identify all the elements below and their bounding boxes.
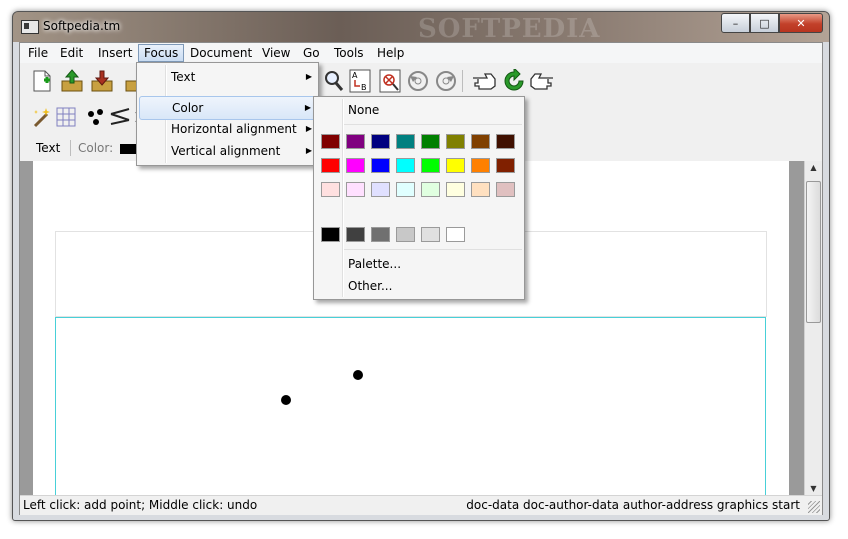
color-swatch[interactable] <box>371 158 390 173</box>
graphic-point[interactable] <box>281 395 291 405</box>
color-swatch[interactable] <box>446 227 465 242</box>
color-swatch[interactable] <box>321 182 340 197</box>
window-title: Softpedia.tm <box>43 19 121 33</box>
minimize-button[interactable]: – <box>721 13 750 33</box>
color-label: Color: <box>78 141 114 155</box>
submenu-arrow-icon: ▶ <box>305 124 312 133</box>
color-swatch[interactable] <box>371 182 390 197</box>
grid-icon[interactable] <box>52 103 80 131</box>
color-swatch[interactable] <box>421 227 440 242</box>
reload-icon[interactable] <box>500 67 528 95</box>
menu-focus[interactable]: Focus <box>138 44 185 62</box>
color-swatch[interactable] <box>321 227 340 242</box>
color-other[interactable]: Other... <box>316 275 520 297</box>
color-swatch[interactable] <box>496 158 515 173</box>
status-bar: Left click: add point; Middle click: und… <box>20 495 822 515</box>
submenu-arrow-icon: ▶ <box>304 103 311 112</box>
menu-insert[interactable]: Insert <box>93 45 137 61</box>
color-swatch[interactable] <box>346 158 365 173</box>
back-hand-icon[interactable] <box>470 67 498 95</box>
color-submenu: None Palette... Other... <box>313 96 525 300</box>
menu-file[interactable]: File <box>23 45 53 61</box>
color-swatch[interactable] <box>371 134 390 149</box>
save-down-icon[interactable] <box>88 67 116 95</box>
color-swatch[interactable] <box>321 158 340 173</box>
color-swatch[interactable] <box>421 182 440 197</box>
menu-item-label: Color <box>172 101 204 115</box>
focus-menu-item-text[interactable]: Text ▶ <box>139 66 316 88</box>
resize-grip[interactable] <box>808 501 820 513</box>
menu-separator <box>344 124 522 125</box>
toolbar-separator <box>462 70 463 92</box>
find-icon[interactable] <box>320 67 348 95</box>
menu-bar: File Edit Insert Focus Document View Go … <box>20 43 822 63</box>
color-swatch[interactable] <box>396 134 415 149</box>
title-bar[interactable]: Softpedia.tm SOFTPEDIA – □ ✕ <box>13 12 829 44</box>
scrollbar-thumb[interactable] <box>806 181 821 323</box>
color-swatch[interactable] <box>346 134 365 149</box>
status-context: doc-data doc-author-data author-address … <box>466 498 800 512</box>
menu-document[interactable]: Document <box>185 45 257 61</box>
color-swatch[interactable] <box>396 227 415 242</box>
color-none[interactable]: None <box>316 99 520 121</box>
redo-icon[interactable] <box>432 67 460 95</box>
color-swatch[interactable] <box>396 158 415 173</box>
focus-menu-item-color[interactable]: Color ▶ <box>139 96 316 120</box>
color-swatch[interactable] <box>471 134 490 149</box>
menu-go[interactable]: Go <box>298 45 325 61</box>
menu-item-label: Vertical alignment <box>171 144 281 158</box>
new-document-icon[interactable] <box>28 67 56 95</box>
current-color-swatch[interactable] <box>120 144 136 154</box>
status-hint: Left click: add point; Middle click: und… <box>23 498 258 512</box>
open-up-icon[interactable] <box>58 67 86 95</box>
color-swatch[interactable] <box>471 158 490 173</box>
graphic-point[interactable] <box>353 370 363 380</box>
svg-text:A: A <box>352 71 358 80</box>
app-icon[interactable] <box>21 20 39 34</box>
focus-menu-item-vertical-alignment[interactable]: Vertical alignment ▶ <box>139 140 316 162</box>
find-cancel-icon[interactable] <box>376 67 404 95</box>
text-mode-label[interactable]: Text <box>36 141 60 155</box>
submenu-arrow-icon: ▶ <box>305 72 312 81</box>
scroll-up-arrow[interactable]: ▲ <box>805 163 822 172</box>
replace-icon[interactable]: AB <box>346 67 374 95</box>
focus-menu-item-horizontal-alignment[interactable]: Horizontal alignment ▶ <box>139 118 316 140</box>
graphics-canvas[interactable] <box>55 317 766 499</box>
color-swatch[interactable] <box>421 134 440 149</box>
forward-hand-icon[interactable] <box>528 67 556 95</box>
color-swatch[interactable] <box>496 182 515 197</box>
color-palette[interactable]: Palette... <box>316 253 520 275</box>
brand-watermark: SOFTPEDIA <box>418 14 601 44</box>
color-swatch[interactable] <box>396 182 415 197</box>
menu-help[interactable]: Help <box>372 45 409 61</box>
color-swatch[interactable] <box>421 158 440 173</box>
color-swatch[interactable] <box>446 182 465 197</box>
color-swatch[interactable] <box>446 158 465 173</box>
undo-icon[interactable] <box>404 67 432 95</box>
submenu-arrow-icon: ▶ <box>305 146 312 155</box>
focus-menu: Text ▶ Color ▶ Horizontal alignment ▶ Verti… <box>136 62 319 166</box>
color-swatch[interactable] <box>471 182 490 197</box>
color-swatch[interactable] <box>346 182 365 197</box>
color-swatch[interactable] <box>321 134 340 149</box>
color-swatch[interactable] <box>496 134 515 149</box>
menu-tools[interactable]: Tools <box>329 45 369 61</box>
scroll-down-arrow[interactable]: ▼ <box>805 484 822 493</box>
menu-item-label: Text <box>171 70 196 84</box>
color-swatch[interactable] <box>346 227 365 242</box>
close-button[interactable]: ✕ <box>779 13 823 33</box>
svg-text:B: B <box>361 83 367 92</box>
maximize-button[interactable]: □ <box>750 13 779 33</box>
menu-view[interactable]: View <box>257 45 295 61</box>
menu-item-label: Horizontal alignment <box>171 122 297 136</box>
color-swatch[interactable] <box>371 227 390 242</box>
menu-edit[interactable]: Edit <box>55 45 88 61</box>
color-swatch[interactable] <box>446 134 465 149</box>
toolbar-separator <box>70 140 71 156</box>
vertical-scrollbar[interactable]: ▲ ▼ <box>804 161 822 495</box>
menu-separator <box>344 249 522 250</box>
